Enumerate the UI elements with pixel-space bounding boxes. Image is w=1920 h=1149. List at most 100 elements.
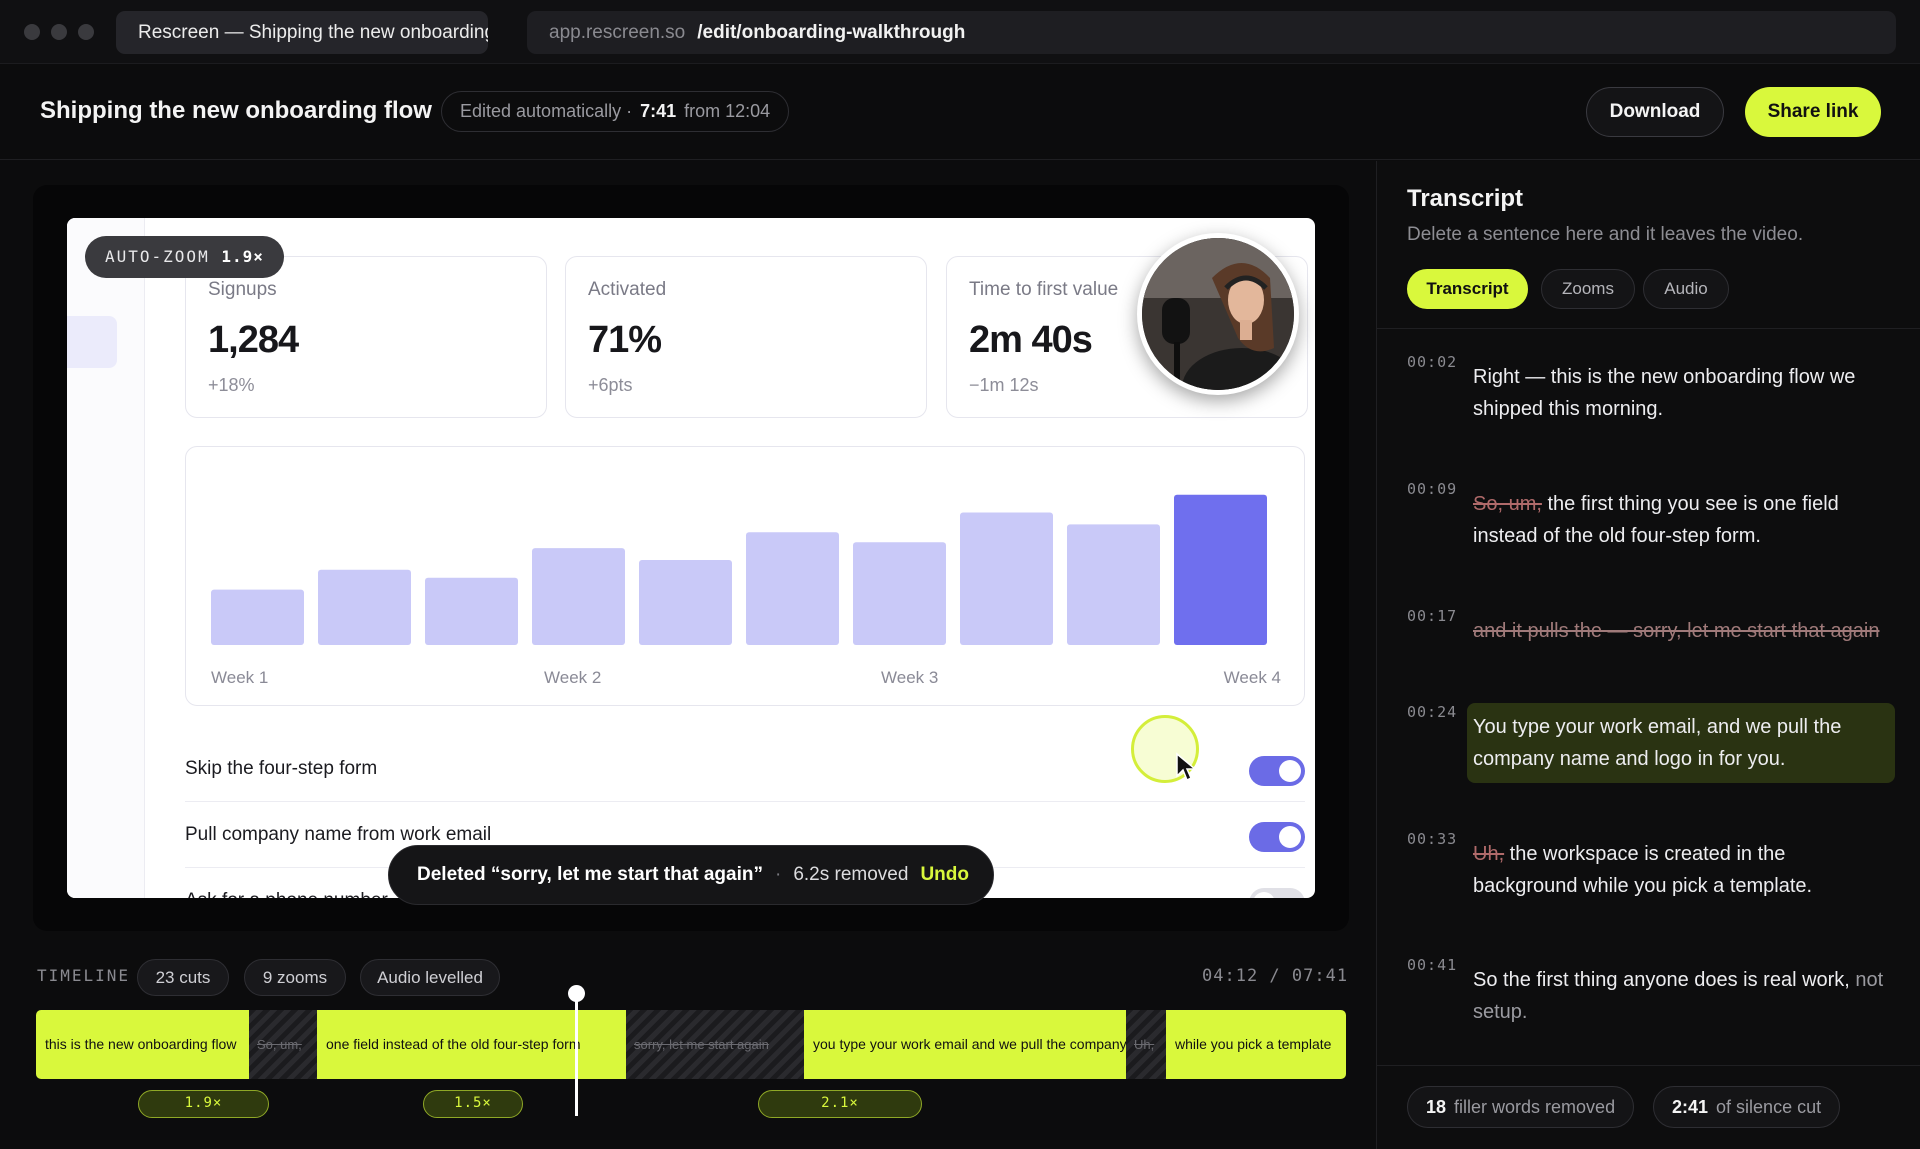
tab-audio[interactable]: Audio xyxy=(1643,269,1729,309)
tab-transcript[interactable]: Transcript xyxy=(1407,269,1528,309)
edit-status-pill: Edited automatically · 7:41 from 12:04 xyxy=(441,91,790,132)
chart-bar-highlight xyxy=(1174,494,1267,645)
webcam-bubble[interactable] xyxy=(1137,233,1299,395)
undo-button[interactable]: Undo xyxy=(920,864,969,885)
entry-timestamp: 00:02 xyxy=(1407,353,1458,371)
entry-timestamp: 00:09 xyxy=(1407,480,1458,498)
toast-separator-dot: · xyxy=(774,864,782,885)
toggle-switch-on[interactable] xyxy=(1249,822,1305,852)
stat-label: filler words removed xyxy=(1454,1097,1616,1117)
timeline-zoom-marker[interactable]: 1.9× xyxy=(138,1090,269,1118)
stat-silence-cut: 2:41 of silence cut xyxy=(1653,1086,1841,1128)
stat-filler-removed: 18 filler words removed xyxy=(1407,1086,1635,1128)
toast-removed-duration: 6.2s removed xyxy=(793,864,909,885)
editor-header: Shipping the new onboarding flow Edited … xyxy=(0,65,1920,160)
kpi-value: 2m 40s xyxy=(969,319,1093,361)
entry-timestamp: 00:41 xyxy=(1407,956,1458,974)
entry-text: So the first thing anyone does is real w… xyxy=(1473,964,1893,1028)
entry-text: Uh, the workspace is created in the back… xyxy=(1473,838,1893,902)
transcript-subtitle: Delete a sentence here and it leaves the… xyxy=(1407,224,1804,245)
chart-bar xyxy=(211,589,304,645)
toggle-switch-off[interactable] xyxy=(1249,888,1305,898)
transcript-entry[interactable]: 00:02 Right — this is the new onboarding… xyxy=(1407,353,1897,443)
window-minimize-dot[interactable] xyxy=(51,24,67,40)
entry-text: So, um, the first thing you see is one f… xyxy=(1473,488,1893,552)
timeline-track[interactable]: this is the new onboarding flow So, um, … xyxy=(36,1010,1346,1079)
browser-tab-title: Rescreen — Shipping the new onboarding xyxy=(138,22,488,43)
toggle-knob xyxy=(1279,760,1301,782)
weekly-bar-chart: Week 1 Week 2 Week 3 Week 4 xyxy=(185,446,1305,706)
kpi-delta: +6pts xyxy=(588,375,633,395)
transcript-entry[interactable]: 00:41 So the first thing anyone does is … xyxy=(1407,956,1897,1046)
timeline-clip[interactable]: one field instead of the old four-step f… xyxy=(317,1010,626,1079)
toggle-knob xyxy=(1279,826,1301,848)
auto-zoom-value: 1.9× xyxy=(221,247,264,266)
timeline-chip-audio[interactable]: Audio levelled xyxy=(360,959,500,996)
timeline-cut[interactable]: sorry, let me start again xyxy=(626,1010,804,1079)
timeline-cut[interactable]: So, um, xyxy=(249,1010,317,1079)
stat-label: of silence cut xyxy=(1716,1097,1822,1117)
timeline-clip[interactable]: while you pick a template xyxy=(1166,1010,1346,1079)
transcript-entry[interactable]: 00:33 Uh, the workspace is created in th… xyxy=(1407,830,1897,920)
download-button[interactable]: Download xyxy=(1586,87,1724,137)
transcript-entry-deleted[interactable]: 00:17 and it pulls the — sorry, let me s… xyxy=(1407,607,1897,667)
url-host: app.rescreen.so xyxy=(549,22,686,43)
entry-timestamp: 00:17 xyxy=(1407,607,1458,625)
browser-tab[interactable]: Rescreen — Shipping the new onboarding xyxy=(116,11,488,54)
chart-x-tick-label: Week 1 xyxy=(211,668,268,687)
entry-text-body: the workspace is created in the backgrou… xyxy=(1473,843,1813,897)
kpi-value: 71% xyxy=(588,319,662,361)
transcript-entry-current[interactable]: 00:24 You type your work email, and we p… xyxy=(1407,703,1897,787)
timeline-label: TIMELINE xyxy=(37,966,131,985)
stat-value: 2:41 xyxy=(1672,1097,1709,1117)
toggle-label: Skip the four-step form xyxy=(185,758,378,779)
toast-message: Deleted “sorry, let me start that again” xyxy=(417,864,763,885)
playhead-handle[interactable] xyxy=(568,985,585,1002)
stat-value: 18 xyxy=(1426,1097,1447,1117)
timeline-clip[interactable]: you type your work email and we pull the… xyxy=(804,1010,1126,1079)
presenter-avatar-icon xyxy=(1142,238,1294,390)
timeline-chip-cuts[interactable]: 23 cuts xyxy=(137,959,229,996)
page-title: Shipping the new onboarding flow xyxy=(40,97,432,124)
chart-bar xyxy=(639,560,732,645)
chart-x-tick-label: Week 2 xyxy=(544,668,601,687)
address-bar[interactable]: app.rescreen.so/edit/onboarding-walkthro… xyxy=(527,11,1896,54)
kpi-delta: −1m 12s xyxy=(969,375,1039,395)
edit-original-duration: from 12:04 xyxy=(684,101,771,121)
timeline-timecode: 04:12 / 07:41 xyxy=(1202,966,1349,986)
filler-word-struck[interactable]: So, um, xyxy=(1473,493,1542,515)
timeline-zoom-marker[interactable]: 2.1× xyxy=(758,1090,922,1118)
toggle-label: Ask for a phone number xyxy=(185,890,388,898)
chart-x-tick-label: Week 3 xyxy=(881,668,938,687)
mouse-cursor-icon xyxy=(1176,752,1197,782)
chart-bar xyxy=(318,569,411,645)
timeline-playhead[interactable] xyxy=(575,992,578,1116)
kpi-card-activated: Activated 71% +6pts xyxy=(565,256,927,418)
entry-timestamp: 00:33 xyxy=(1407,830,1458,848)
kpi-value: 1,284 xyxy=(208,319,299,361)
filler-word-struck[interactable]: Uh, xyxy=(1473,843,1504,865)
window-close-dot[interactable] xyxy=(24,24,40,40)
timeline-cut[interactable]: Uh, xyxy=(1126,1010,1166,1079)
toggle-switch-on[interactable] xyxy=(1249,756,1305,786)
entry-text-struck: and it pulls the — sorry, let me start t… xyxy=(1473,620,1880,642)
delete-toast: Deleted “sorry, let me start that again”… xyxy=(388,845,994,905)
browser-chrome: Rescreen — Shipping the new onboarding a… xyxy=(0,0,1920,64)
url-path: /edit/onboarding-walkthrough xyxy=(697,22,966,43)
timeline-clip[interactable]: this is the new onboarding flow xyxy=(36,1010,249,1079)
tab-zooms[interactable]: Zooms xyxy=(1541,269,1635,309)
share-link-button[interactable]: Share link xyxy=(1745,87,1881,137)
video-frame[interactable]: Signups 1,284 +18% Activated 71% +6pts T… xyxy=(67,218,1315,898)
kpi-delta: +18% xyxy=(208,375,255,395)
transcript-entry[interactable]: 00:09 So, um, the first thing you see is… xyxy=(1407,480,1897,570)
toggle-knob xyxy=(1253,892,1275,898)
entry-text-body: So the first thing anyone does is real w… xyxy=(1473,969,1856,991)
edit-status-prefix: Edited automatically · xyxy=(460,101,633,121)
chart-bar xyxy=(532,548,625,645)
window-zoom-dot[interactable] xyxy=(78,24,94,40)
timeline-zoom-marker[interactable]: 1.5× xyxy=(423,1090,523,1118)
bar-chart-svg: Week 1 Week 2 Week 3 Week 4 xyxy=(211,494,1281,687)
app-sidebar-active-item xyxy=(67,316,117,368)
timeline-chip-zooms[interactable]: 9 zooms xyxy=(244,959,346,996)
kpi-card-signups: Signups 1,284 +18% xyxy=(185,256,547,418)
